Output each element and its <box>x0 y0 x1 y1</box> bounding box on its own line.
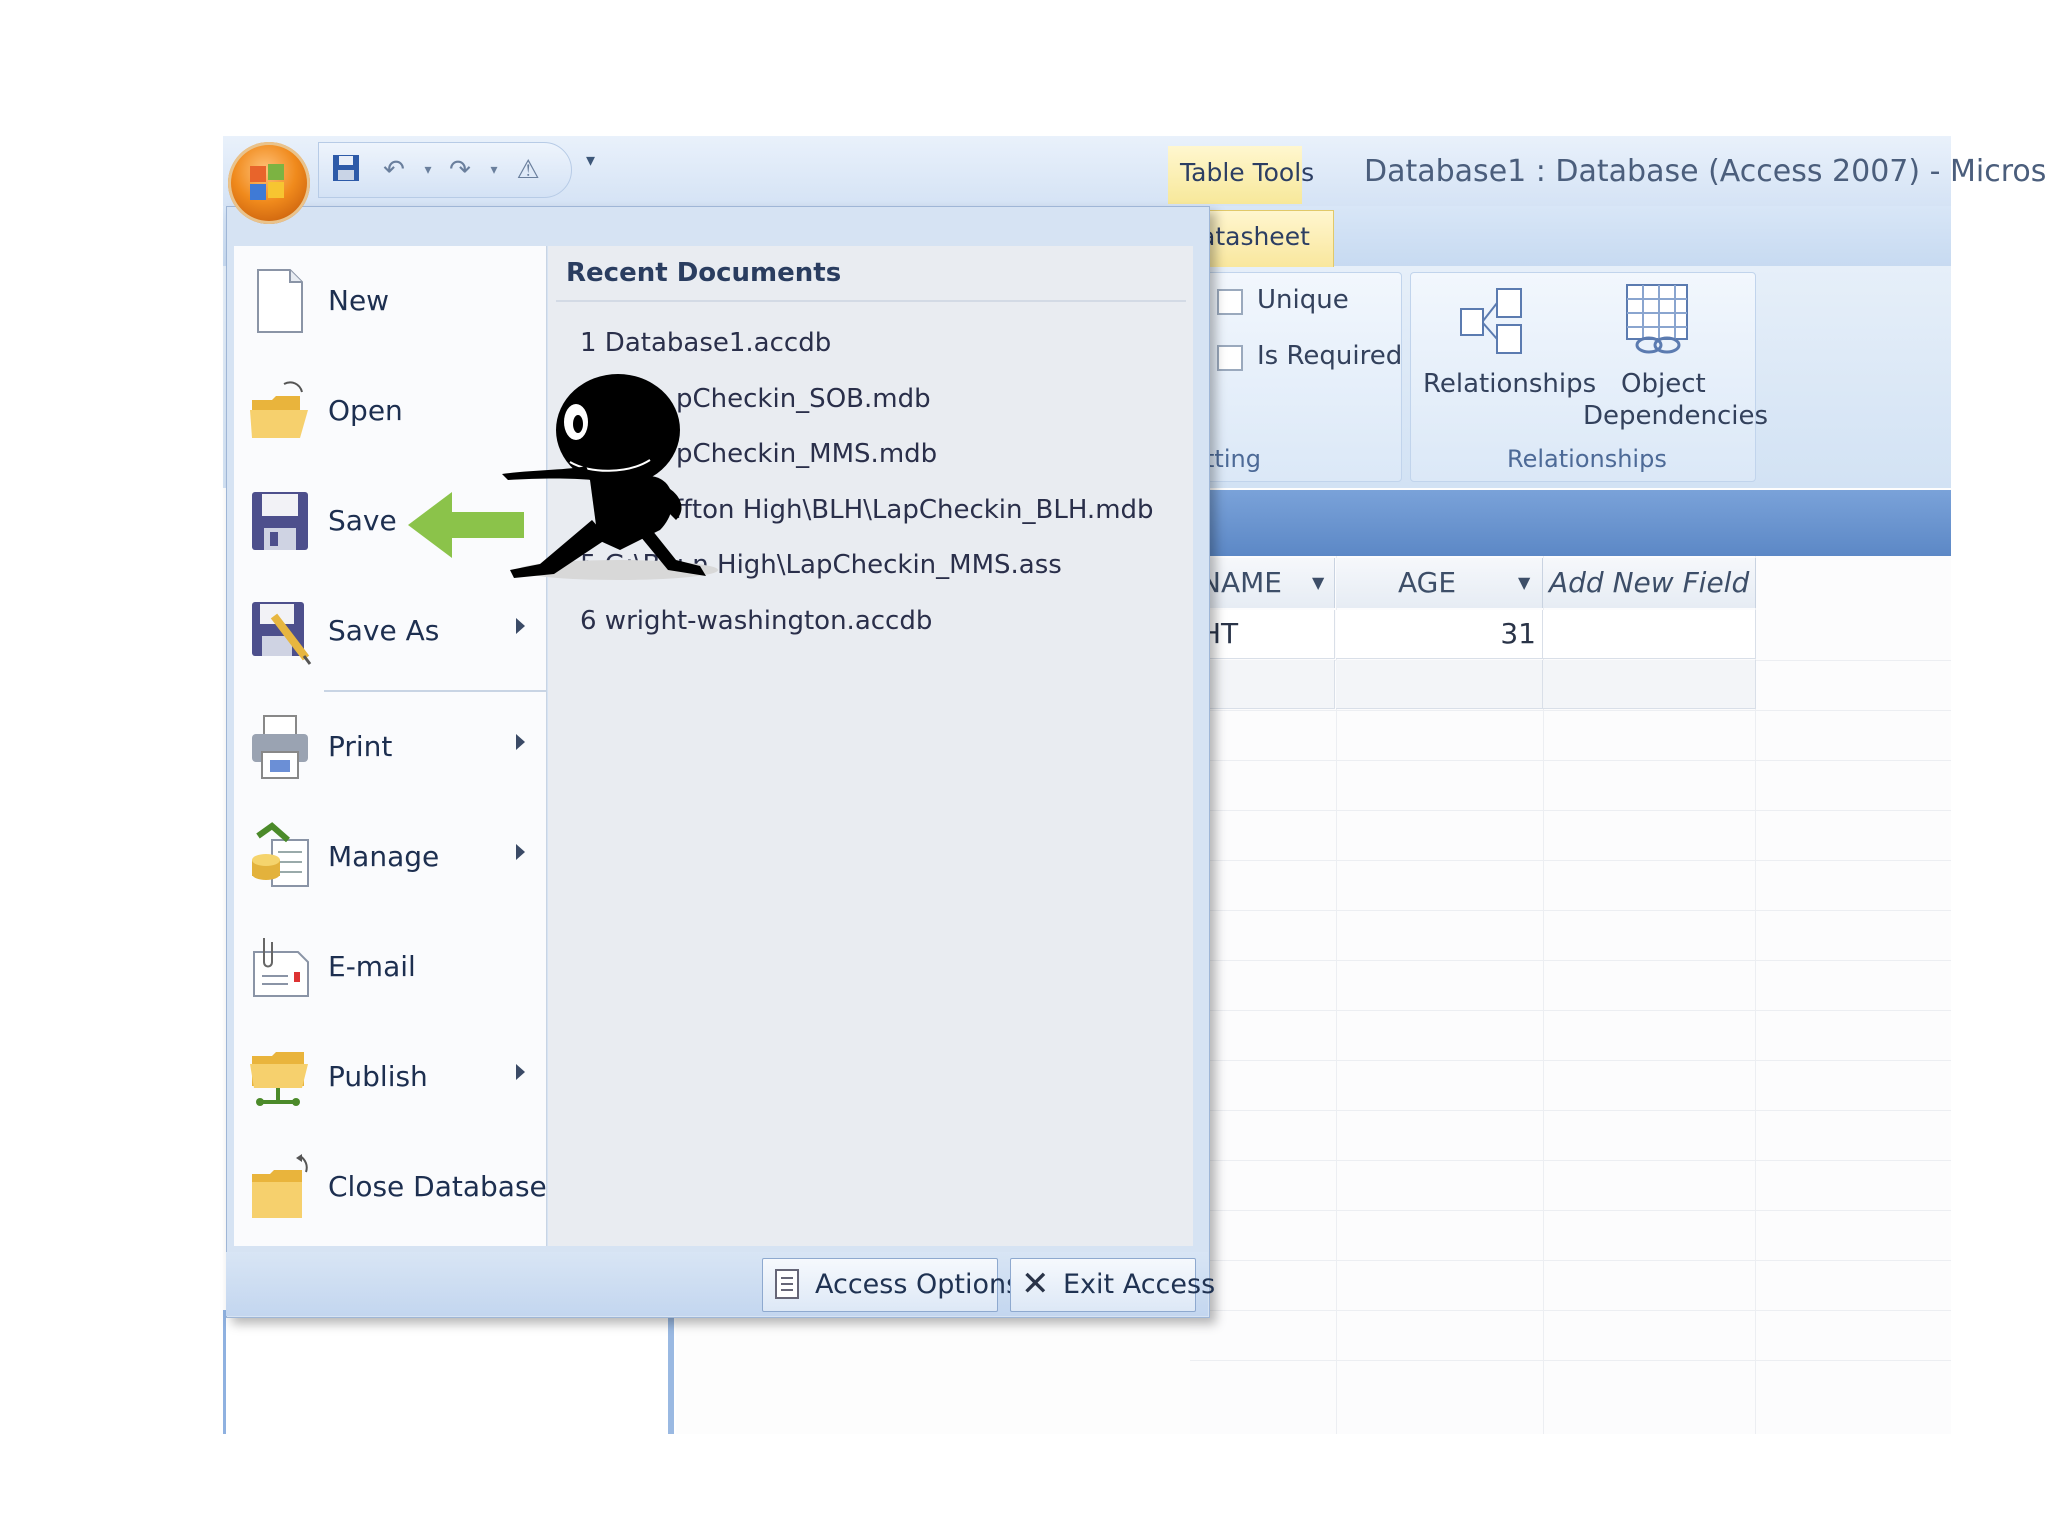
menu-item-save-as[interactable]: Save As <box>236 576 544 686</box>
office-logo-icon <box>248 160 288 204</box>
column-header-age[interactable]: AGE ▼ <box>1336 558 1543 608</box>
menu-item-new[interactable]: New <box>236 246 544 356</box>
navigation-pane-splitter[interactable] <box>668 1310 674 1434</box>
submenu-arrow-icon <box>516 618 525 634</box>
relationships-group: Relationships Object Dependencies Relati… <box>1410 272 1768 482</box>
column-header-add-new-field[interactable]: Add New Field <box>1543 558 1756 608</box>
manage-icon <box>248 822 312 892</box>
object-dependencies-label-2[interactable]: Dependencies <box>1583 401 1768 431</box>
menu-item-label: Save As <box>328 614 440 647</box>
table-cell[interactable]: HT <box>1190 610 1335 659</box>
group-caption: tting <box>1205 445 1261 473</box>
object-dependencies-label-1[interactable]: Object <box>1621 369 1706 399</box>
menu-item-publish[interactable]: Publish <box>236 1022 544 1132</box>
access-options-button[interactable]: Access Options <box>762 1258 1020 1312</box>
submenu-arrow-icon <box>516 844 525 860</box>
menu-item-email[interactable]: E-mail <box>236 912 544 1022</box>
undo-dropdown-icon[interactable]: ▾ <box>411 153 445 187</box>
add-new-field-label: Add New Field <box>1549 566 1750 599</box>
object-dependencies-icon[interactable] <box>1623 281 1693 357</box>
exit-access-label: Exit Access <box>1063 1269 1216 1300</box>
menu-item-print[interactable]: Print <box>236 692 544 802</box>
menu-item-label: Publish <box>328 1060 428 1093</box>
recent-documents-title: Recent Documents <box>566 258 842 288</box>
mode-icon[interactable]: ⚠ <box>511 153 545 187</box>
table-cell[interactable] <box>1190 660 1335 709</box>
recent-document-item[interactable]: 6 wright-washington.accdb <box>580 606 932 636</box>
floppy-disk-icon <box>248 486 312 556</box>
customize-qat-icon[interactable]: ▾ <box>586 150 595 171</box>
submenu-arrow-icon <box>516 734 525 750</box>
new-document-icon <box>248 266 312 336</box>
menu-item-open[interactable]: Open <box>236 356 544 466</box>
open-folder-icon <box>248 376 312 446</box>
data-type-formatting-group: Unique Is Required tting <box>1190 272 1402 482</box>
column-header-name[interactable]: NAME ▼ <box>1190 558 1335 608</box>
redo-dropdown-icon[interactable]: ▾ <box>477 153 511 187</box>
recent-document-item[interactable]: ffton High\BLH\LapCheckin_BLH.mdb <box>674 495 1154 525</box>
menu-item-label: Manage <box>328 840 440 873</box>
menu-item-label: Close Database <box>328 1170 547 1203</box>
window-title: Database1 : Database (Access 2007) - Mic… <box>1364 154 2048 189</box>
menu-item-label: E-mail <box>328 950 416 983</box>
relationships-icon[interactable] <box>1459 285 1525 357</box>
is-required-checkbox[interactable] <box>1217 345 1243 371</box>
pointing-figure-icon <box>500 370 720 590</box>
chevron-down-icon[interactable]: ▼ <box>1312 558 1324 608</box>
publish-icon <box>248 1042 312 1112</box>
navigation-pane[interactable] <box>223 1310 676 1434</box>
table-cell[interactable] <box>1336 660 1543 709</box>
options-document-icon <box>775 1269 799 1299</box>
table-cell[interactable]: 31 <box>1336 610 1543 659</box>
recent-document-item[interactable]: 1 Database1.accdb <box>580 328 831 358</box>
menu-item-label: Open <box>328 394 403 427</box>
unique-label: Unique <box>1257 285 1349 315</box>
table-tools-label: Table Tools <box>1180 158 1315 187</box>
tab-datasheet-label: atasheet <box>1200 222 1310 251</box>
is-required-label: Is Required <box>1257 341 1403 371</box>
datasheet-caption-band <box>1190 490 1951 556</box>
redo-icon[interactable]: ↷ <box>443 153 477 187</box>
printer-icon <box>248 712 312 782</box>
unique-checkbox[interactable] <box>1217 289 1243 315</box>
menu-item-label: New <box>328 284 390 317</box>
menu-item-close-database[interactable]: Close Database <box>236 1132 547 1242</box>
close-database-icon <box>248 1152 312 1222</box>
column-header-name-label: NAME <box>1200 566 1282 599</box>
chevron-down-icon[interactable]: ▼ <box>1518 558 1530 608</box>
table-cell[interactable] <box>1543 610 1756 659</box>
submenu-arrow-icon <box>516 1064 525 1080</box>
undo-icon[interactable]: ↶ <box>377 153 411 187</box>
relationships-button-label[interactable]: Relationships <box>1423 369 1596 399</box>
menu-item-label: Save <box>328 504 397 537</box>
exit-access-button[interactable]: ✕ Exit Access <box>1010 1258 1215 1312</box>
save-icon[interactable] <box>329 153 363 187</box>
menu-item-manage[interactable]: Manage <box>236 802 544 912</box>
save-as-icon <box>248 596 312 666</box>
email-icon <box>248 932 312 1002</box>
access-options-label: Access Options <box>815 1269 1021 1300</box>
quick-access-toolbar: ↶ ▾ ↷ ▾ ⚠ <box>318 142 572 198</box>
table-cell[interactable] <box>1543 660 1756 709</box>
recent-documents-separator <box>556 300 1186 302</box>
relationships-group-caption: Relationships <box>1507 445 1667 473</box>
close-icon: ✕ <box>1021 1264 1050 1304</box>
menu-item-label: Print <box>328 730 393 763</box>
column-header-age-label: AGE <box>1398 566 1457 599</box>
